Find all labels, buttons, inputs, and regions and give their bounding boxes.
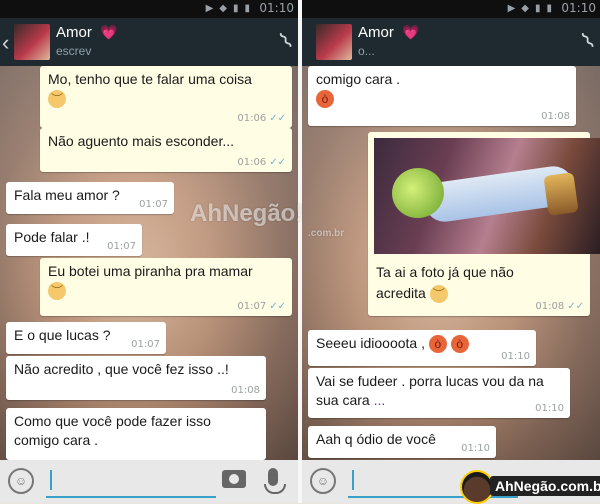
status-time: 01:10 [561, 1, 596, 15]
chat-screen-left: ▶ ◆ ▮ ▮ 01:10 ‹ Amor 💗 escrev ⌇ Mo, tenh… [0, 0, 298, 503]
contact-name: Amor [56, 24, 92, 41]
message-text: Não aguento mais esconder... [48, 133, 235, 149]
image-message[interactable]: Ta ai a foto já que não acredita ︶ 01:08… [368, 132, 600, 316]
message-text: Como que você pode fazer isso comigo car… [14, 413, 211, 448]
sad-emoji-icon: ︶ [48, 90, 66, 109]
battery-icon: ▮ [546, 3, 552, 14]
status-time: 01:10 [259, 1, 294, 15]
signal-icon: ▮ [534, 3, 541, 14]
read-ticks-icon: ✓✓ [269, 300, 286, 312]
sad-emoji-icon: ︶ [429, 285, 448, 304]
message-text: Eu botei uma piranha pra mamar [48, 263, 253, 279]
read-ticks-icon: ✓✓ [269, 112, 286, 124]
message-in[interactable]: Fala meu amor ? 01:07 [6, 182, 174, 214]
message-text: Fala meu amor ? [14, 187, 120, 203]
avatar[interactable] [14, 24, 50, 60]
heart-icon: 💗 [100, 24, 118, 40]
heart-icon: 💗 [402, 24, 420, 40]
site-logo: AhNegão.com.br [460, 470, 600, 504]
angry-emoji-icon: ò [428, 335, 447, 354]
watermark: AhNegão! .com.br [190, 200, 345, 239]
contact-name: Amor [358, 24, 394, 41]
message-out[interactable]: Mo, tenho que te falar uma coisa ︶ 01:06… [40, 66, 292, 128]
message-text: Aah q ódio de você [316, 431, 436, 447]
mic-icon[interactable] [264, 468, 286, 494]
message-text: Pode falar .! [14, 229, 90, 245]
message-time: 01:06 ✓✓ [237, 112, 286, 124]
message-in[interactable]: Como que você pode fazer isso comigo car… [6, 408, 266, 460]
notification-icon: ▶ [507, 3, 516, 14]
chat-header[interactable]: Amor 💗 o... ⌇ [302, 18, 600, 66]
paperclip-icon[interactable]: ⌇ [577, 27, 600, 54]
message-in[interactable]: E o que lucas ? 01:07 [6, 322, 166, 354]
read-ticks-icon: ✓✓ [269, 156, 286, 168]
contact-status: o... [358, 44, 375, 58]
message-in[interactable]: Seeeu idioooota , ò ò 01:10 [308, 330, 536, 366]
message-time: 01:08 [231, 384, 260, 396]
angry-emoji-icon: ò [450, 335, 469, 354]
message-time: 01:07 [107, 240, 136, 252]
message-time: 01:07 ✓✓ [237, 300, 286, 312]
battery-icon: ▮ [244, 3, 250, 14]
notification-icon: ▶ [205, 3, 214, 14]
input-bar: ☺ [0, 460, 298, 503]
status-icons: ▶ ◆ ▮ ▮ [508, 3, 552, 14]
wifi-icon: ◆ [219, 3, 227, 14]
status-icons: ▶ ◆ ▮ ▮ [206, 3, 250, 14]
message-text: comigo cara . [316, 71, 401, 87]
smiley-icon[interactable]: ☺ [8, 468, 34, 494]
message-time: 01:08 ✓✓ [535, 300, 584, 312]
chat-header[interactable]: ‹ Amor 💗 escrev ⌇ [0, 18, 298, 66]
message-in[interactable]: Não acredito , que você fez isso ..! 01:… [6, 356, 266, 400]
message-text: Mo, tenho que te falar uma coisa [48, 71, 252, 87]
message-in[interactable]: Vai se fudeer . porra lucas vou da na su… [308, 368, 570, 418]
logo-text: AhNegão.com.br [490, 476, 600, 496]
message-text: Vai se fudeer . porra lucas vou da na su… [316, 373, 544, 408]
message-time: 01:10 [535, 402, 564, 414]
contact-status: escrev [56, 44, 92, 58]
mascot-icon [460, 470, 494, 504]
avatar[interactable] [316, 24, 352, 60]
bottle-cap [543, 172, 579, 216]
message-in[interactable]: comigo cara . ò 01:08 [308, 66, 576, 126]
message-time: 01:10 [501, 350, 530, 362]
message-input[interactable] [46, 470, 216, 498]
paperclip-icon[interactable]: ⌇ [275, 27, 298, 54]
message-time: 01:07 [131, 338, 160, 350]
message-text: Seeeu idioooota , [316, 335, 425, 351]
text-cursor [352, 470, 354, 490]
message-out[interactable]: Eu botei uma piranha pra mamar ︶ 01:07 ✓✓ [40, 258, 292, 316]
message-text: Não acredito , que você fez isso ..! [14, 361, 229, 377]
status-bar: ▶ ◆ ▮ ▮ 01:10 [0, 0, 298, 18]
signal-icon: ▮ [232, 3, 239, 14]
chat-screen-right: ▶ ◆ ▮ ▮ 01:10 Amor 💗 o... ⌇ comigo cara … [302, 0, 600, 503]
message-caption: Ta ai a foto já que não acredita ︶ [376, 264, 514, 304]
camera-icon[interactable] [222, 470, 246, 488]
status-bar: ▶ ◆ ▮ ▮ 01:10 [302, 0, 600, 18]
message-text: E o que lucas ? [14, 327, 111, 343]
message-in[interactable]: Pode falar .! 01:07 [6, 224, 142, 256]
message-time: 01:07 [139, 198, 168, 210]
sad-emoji-icon: ︶ [48, 282, 66, 301]
smiley-icon[interactable]: ☺ [310, 468, 336, 494]
message-in[interactable]: Aah q ódio de você 01:10 [308, 426, 496, 458]
chevron-left-icon[interactable]: ‹ [2, 30, 9, 56]
photo-attachment[interactable] [374, 138, 600, 254]
typing-dots: ... [373, 391, 386, 408]
message-out[interactable]: Não aguento mais esconder... 01:06 ✓✓ [40, 128, 292, 172]
message-time: 01:08 [541, 110, 570, 122]
message-time: 01:06 ✓✓ [237, 156, 286, 168]
message-time: 01:10 [461, 442, 490, 454]
read-ticks-icon: ✓✓ [567, 300, 584, 312]
angry-emoji-icon: ò [316, 90, 334, 109]
wifi-icon: ◆ [521, 3, 529, 14]
text-cursor [50, 470, 52, 490]
